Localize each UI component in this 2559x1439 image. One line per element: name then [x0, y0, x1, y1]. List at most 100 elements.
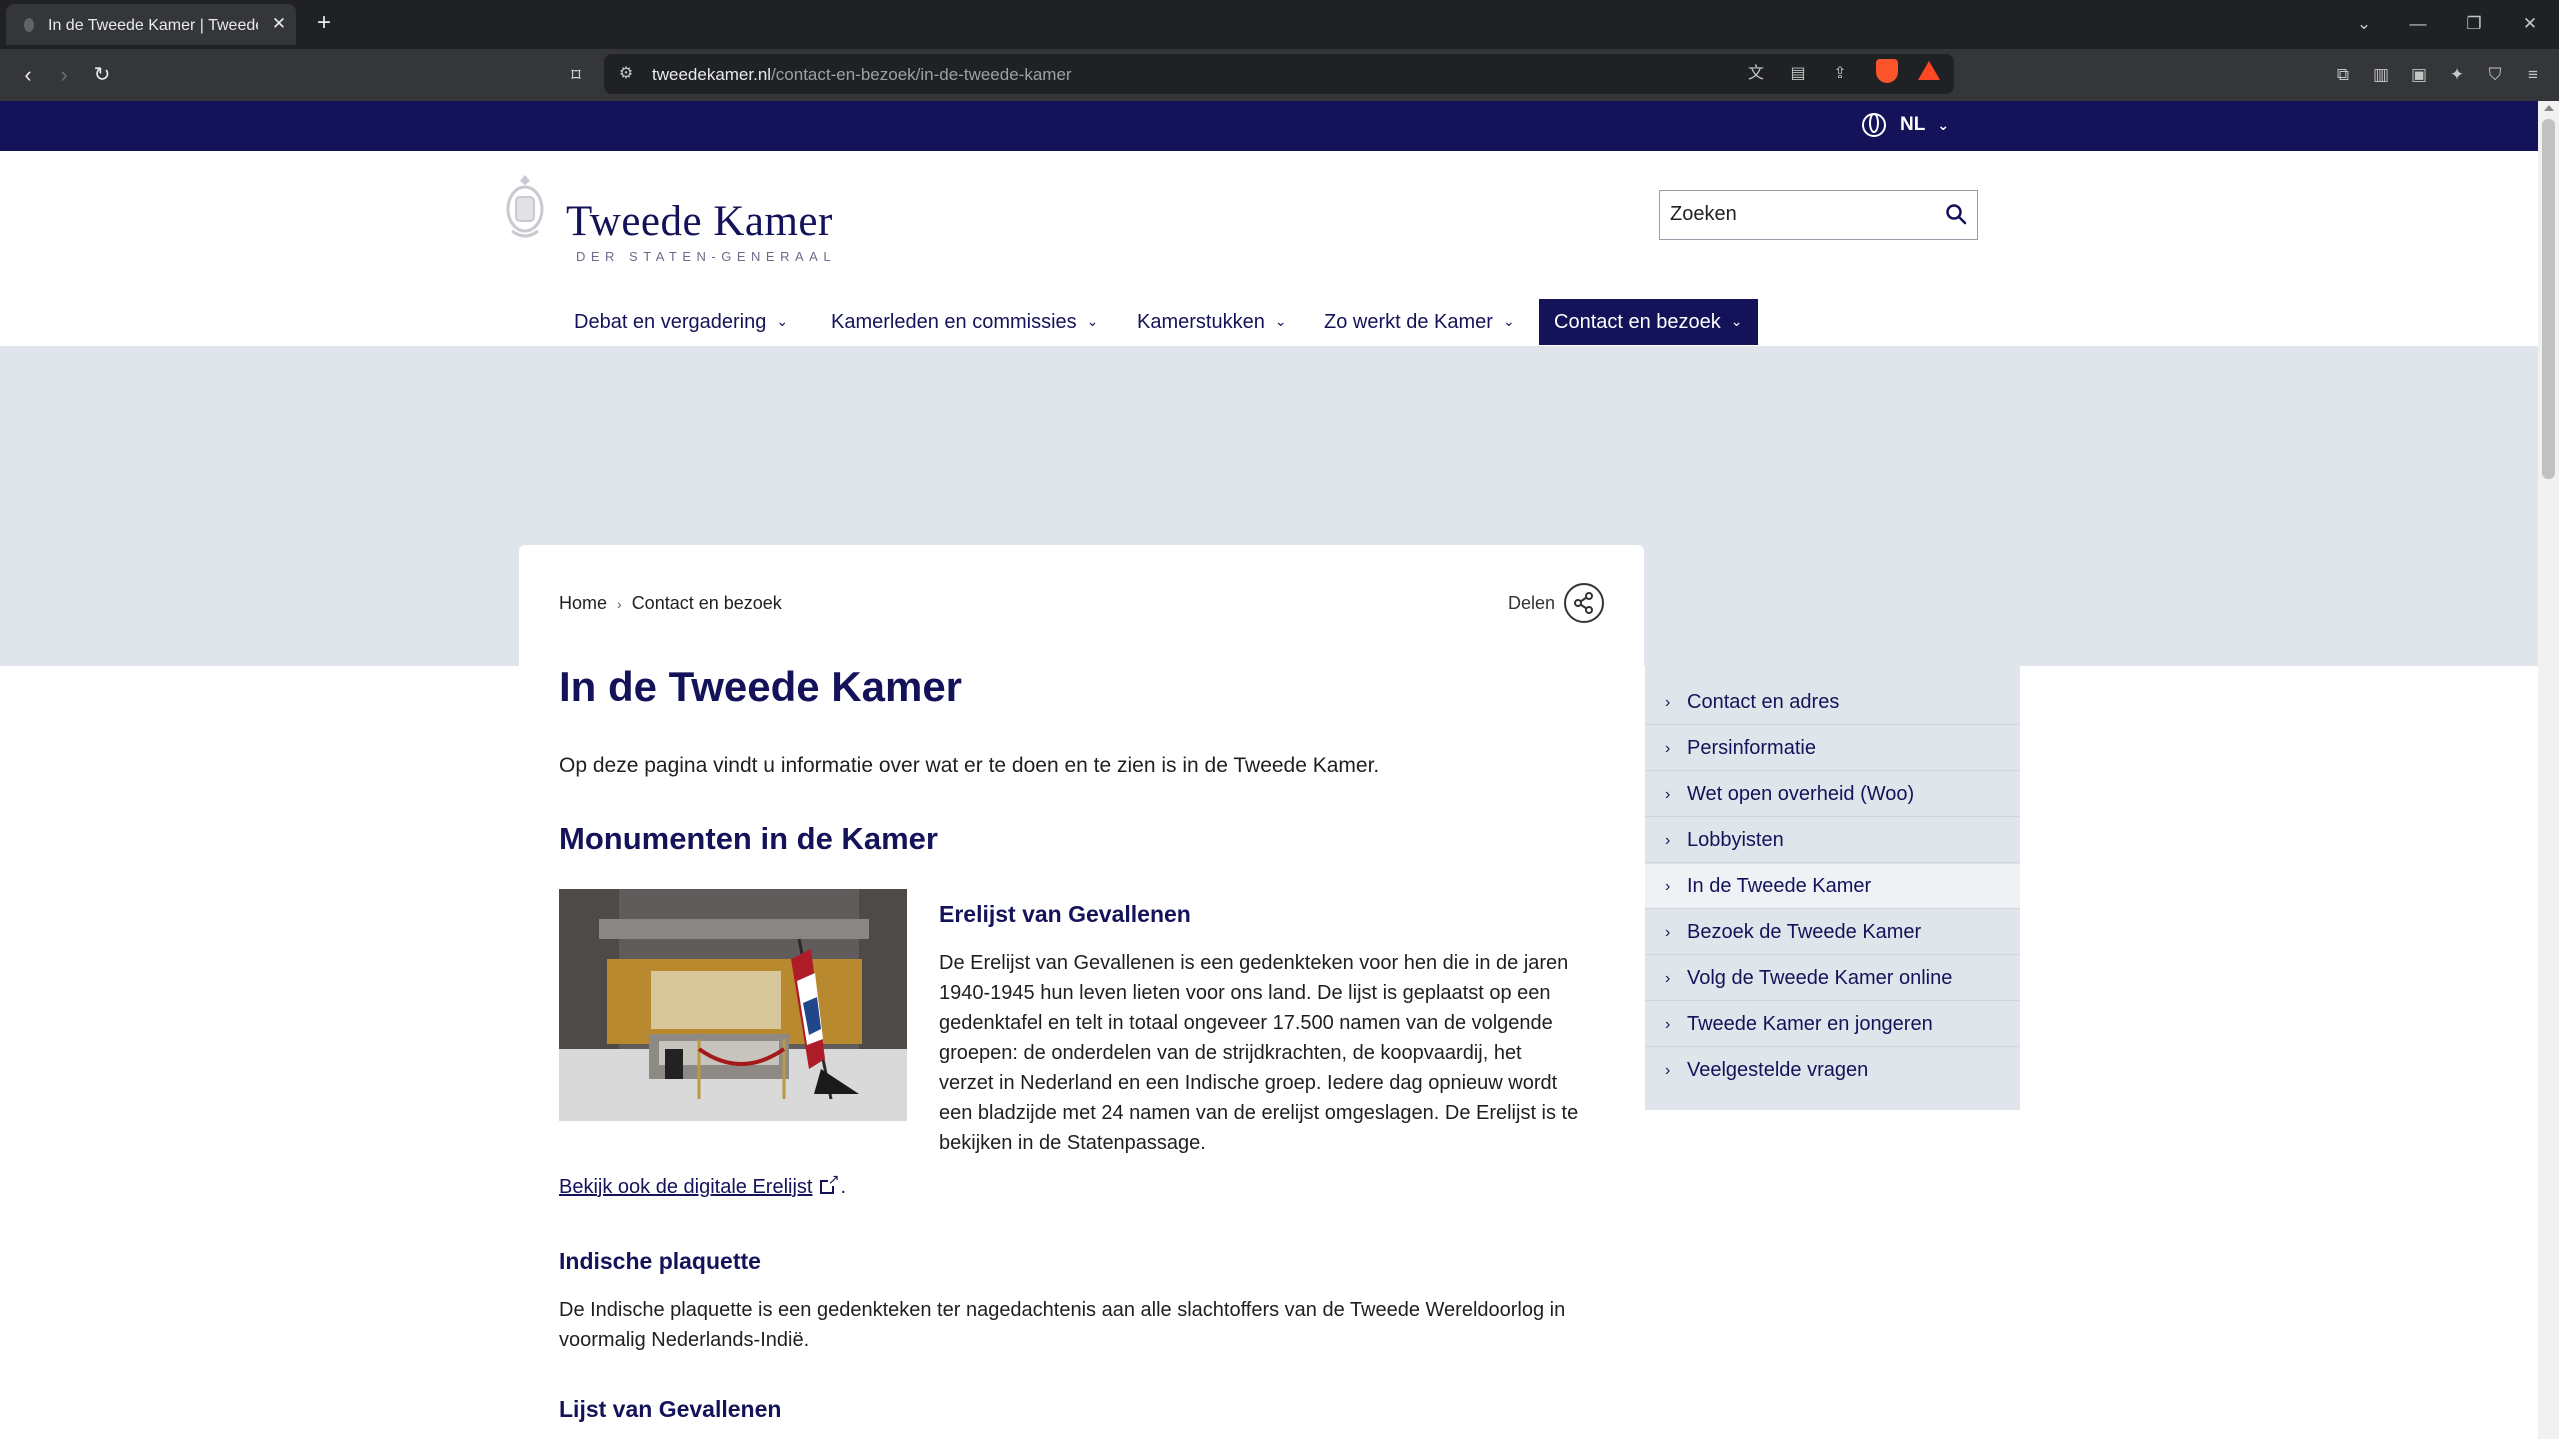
sidebar-item-persinformatie[interactable]: › Persinformatie: [1645, 726, 2020, 771]
digital-erelijst-row: Bekijk ook de digitale Erelijst.: [559, 1172, 847, 1199]
page-title: In de Tweede Kamer: [559, 663, 963, 710]
sidebar-item-label: Veelgestelde vragen: [1687, 1059, 1869, 1081]
share-icon: [1564, 583, 1604, 623]
scroll-up-icon[interactable]: [2544, 105, 2554, 111]
section-sidebar: › Contact en adres › Persinformatie › Wet o…: [1645, 666, 2020, 1110]
chevron-down-icon: ⌄: [776, 313, 789, 329]
browser-tab-bar: In de Tweede Kamer | Tweede Kamer der St…: [0, 0, 2559, 49]
link-suffix: .: [840, 1176, 847, 1198]
sidebar-item-woo[interactable]: › Wet open overheid (Woo): [1645, 772, 2020, 817]
plaquette-heading: Indische plaquette: [559, 1248, 761, 1274]
logo-name[interactable]: Tweede Kamer: [566, 197, 833, 246]
plaquette-line: De Indische plaquette is een gedenkteken…: [559, 1299, 1566, 1321]
search-input[interactable]: [1660, 191, 1940, 238]
translate-icon[interactable]: 文: [1744, 62, 1768, 86]
extensions-icon[interactable]: ⧉: [2330, 62, 2356, 88]
bookmark-icon[interactable]: ⌑: [562, 61, 590, 89]
sidebar-item-volg-online[interactable]: › Volg de Tweede Kamer online: [1645, 956, 2020, 1001]
intro-text: Op deze pagina vindt u informatie over w…: [559, 754, 1380, 777]
favicon-icon: [24, 18, 34, 32]
page-scrollbar[interactable]: [2538, 101, 2559, 1439]
digital-erelijst-link[interactable]: Bekijk ook de digitale Erelijst: [559, 1176, 812, 1198]
sidebar-icon[interactable]: ▥: [2368, 62, 2394, 88]
sidebar-item-label: Persinformatie: [1687, 737, 1816, 759]
nav-debat-en-vergadering[interactable]: Debat en vergadering ⌄: [559, 299, 803, 345]
site-info-icon[interactable]: ⚙: [614, 62, 638, 86]
crest-logo-icon[interactable]: [502, 171, 548, 243]
tab-title: In de Tweede Kamer | Tweede Kamer der St…: [48, 17, 258, 34]
breadcrumb-contact-en-bezoek[interactable]: Contact en bezoek: [632, 593, 782, 613]
chevron-down-icon: ⌄: [1730, 313, 1743, 329]
chevron-right-icon: ›: [1665, 878, 1671, 895]
nav-zo-werkt-de-kamer[interactable]: Zo werkt de Kamer ⌄: [1309, 299, 1530, 345]
chevron-right-icon: ›: [1665, 970, 1671, 987]
sidebar-item-contact-en-adres[interactable]: › Contact en adres: [1645, 680, 2020, 725]
nav-label: Zo werkt de Kamer: [1324, 311, 1493, 333]
external-link-icon: [820, 1172, 840, 1194]
nav-kamerleden-en-commissies[interactable]: Kamerleden en commissies ⌄: [816, 299, 1113, 345]
globe-icon: [1862, 113, 1886, 137]
lijst-heading: Lijst van Gevallenen: [559, 1396, 782, 1422]
leo-ai-icon[interactable]: ✦: [2444, 62, 2470, 88]
share-page-icon[interactable]: ⇪: [1828, 62, 1852, 86]
browser-toolbar: ‹ › ↻ ⌑ ⚙ tweedekamer.nl/contact-en-bezo…: [0, 49, 2559, 101]
erelijst-line: De Erelijst van Gevallenen is een gedenk…: [939, 952, 1569, 974]
chevron-right-icon: ›: [1665, 786, 1671, 803]
new-tab-button[interactable]: +: [312, 11, 336, 35]
url-text[interactable]: tweedekamer.nl/contact-en-bezoek/in-de-t…: [652, 65, 1072, 85]
brave-rewards-icon[interactable]: [1918, 61, 1940, 80]
reload-icon[interactable]: ↻: [88, 61, 116, 89]
erelijst-text: De Erelijst van Gevallenen is een gedenk…: [939, 948, 1619, 1158]
back-icon[interactable]: ‹: [14, 61, 42, 89]
plaquette-line: voormalig Nederlands-Indië.: [559, 1329, 810, 1351]
language-switcher[interactable]: NL ⌄: [1862, 113, 1949, 137]
search-box: [1659, 190, 1978, 240]
erelijst-line: groepen: de onderdelen van de strijdkrac…: [939, 1042, 1522, 1064]
chevron-right-icon: ›: [1665, 1016, 1671, 1033]
chevron-right-icon: ›: [1665, 1062, 1671, 1079]
forward-icon[interactable]: ›: [50, 61, 78, 89]
reader-mode-icon[interactable]: ▤: [1786, 62, 1810, 86]
breadcrumb: Home › Contact en bezoek: [559, 593, 782, 614]
sidebar-item-label: Tweede Kamer en jongeren: [1687, 1013, 1933, 1035]
address-bar[interactable]: ⚙ tweedekamer.nl/contact-en-bezoek/in-de…: [604, 54, 1954, 94]
nav-contact-en-bezoek[interactable]: Contact en bezoek ⌄: [1539, 299, 1758, 345]
sidebar-item-label: Contact en adres: [1687, 691, 1840, 713]
chevron-right-icon: ›: [1665, 832, 1671, 849]
sidebar-item-veelgestelde-vragen[interactable]: › Veelgestelde vragen: [1645, 1048, 2020, 1093]
brave-shields-icon[interactable]: [1876, 59, 1898, 83]
wallet-icon[interactable]: ▣: [2406, 62, 2432, 88]
chevron-right-icon: ›: [1665, 740, 1671, 757]
nav-kamerstukken[interactable]: Kamerstukken ⌄: [1122, 299, 1302, 345]
share-label: Delen: [1508, 593, 1556, 613]
erelijst-line: bekijken in de Statenpassage.: [939, 1132, 1206, 1154]
nav-label: Debat en vergadering: [574, 311, 767, 333]
share-button[interactable]: Delen: [1508, 583, 1604, 625]
sidebar-item-label: Wet open overheid (Woo): [1687, 783, 1915, 805]
tab-close-icon[interactable]: ✕: [268, 13, 290, 35]
chevron-right-icon: ›: [617, 596, 622, 612]
logo-subtitle: DER STATEN-GENERAAL: [576, 249, 837, 264]
menu-icon[interactable]: ≡: [2520, 62, 2546, 88]
sidebar-item-lobbyisten[interactable]: › Lobbyisten: [1645, 818, 2020, 863]
scrollbar-thumb[interactable]: [2542, 119, 2555, 479]
tab-search-icon[interactable]: ⌄: [2352, 12, 2376, 36]
sidebar-item-jongeren[interactable]: › Tweede Kamer en jongeren: [1645, 1002, 2020, 1047]
minimize-icon[interactable]: —: [2406, 12, 2430, 36]
chevron-down-icon: ⌄: [1937, 117, 1950, 134]
nav-label: Kamerleden en commissies: [831, 311, 1077, 333]
restore-icon[interactable]: ❐: [2462, 12, 2486, 36]
browser-tab[interactable]: In de Tweede Kamer | Tweede Kamer der St…: [6, 4, 296, 45]
sidebar-item-label: Lobbyisten: [1687, 829, 1784, 851]
close-window-icon[interactable]: ✕: [2518, 12, 2542, 36]
search-icon[interactable]: [1945, 203, 1967, 225]
plaquette-text: De Indische plaquette is een gedenkteken…: [559, 1295, 1619, 1355]
chevron-right-icon: ›: [1665, 694, 1671, 711]
sidebar-item-bezoek[interactable]: › Bezoek de Tweede Kamer: [1645, 910, 2020, 955]
chevron-down-icon: ⌄: [1502, 313, 1515, 329]
vpn-icon[interactable]: ⛉: [2482, 62, 2508, 88]
sidebar-item-in-de-tweede-kamer[interactable]: › In de Tweede Kamer: [1645, 864, 2020, 909]
chevron-down-icon: ⌄: [1274, 313, 1287, 329]
breadcrumb-home[interactable]: Home: [559, 593, 607, 613]
erelijst-line: 1940-1945 hun leven lieten voor ons land…: [939, 982, 1551, 1004]
